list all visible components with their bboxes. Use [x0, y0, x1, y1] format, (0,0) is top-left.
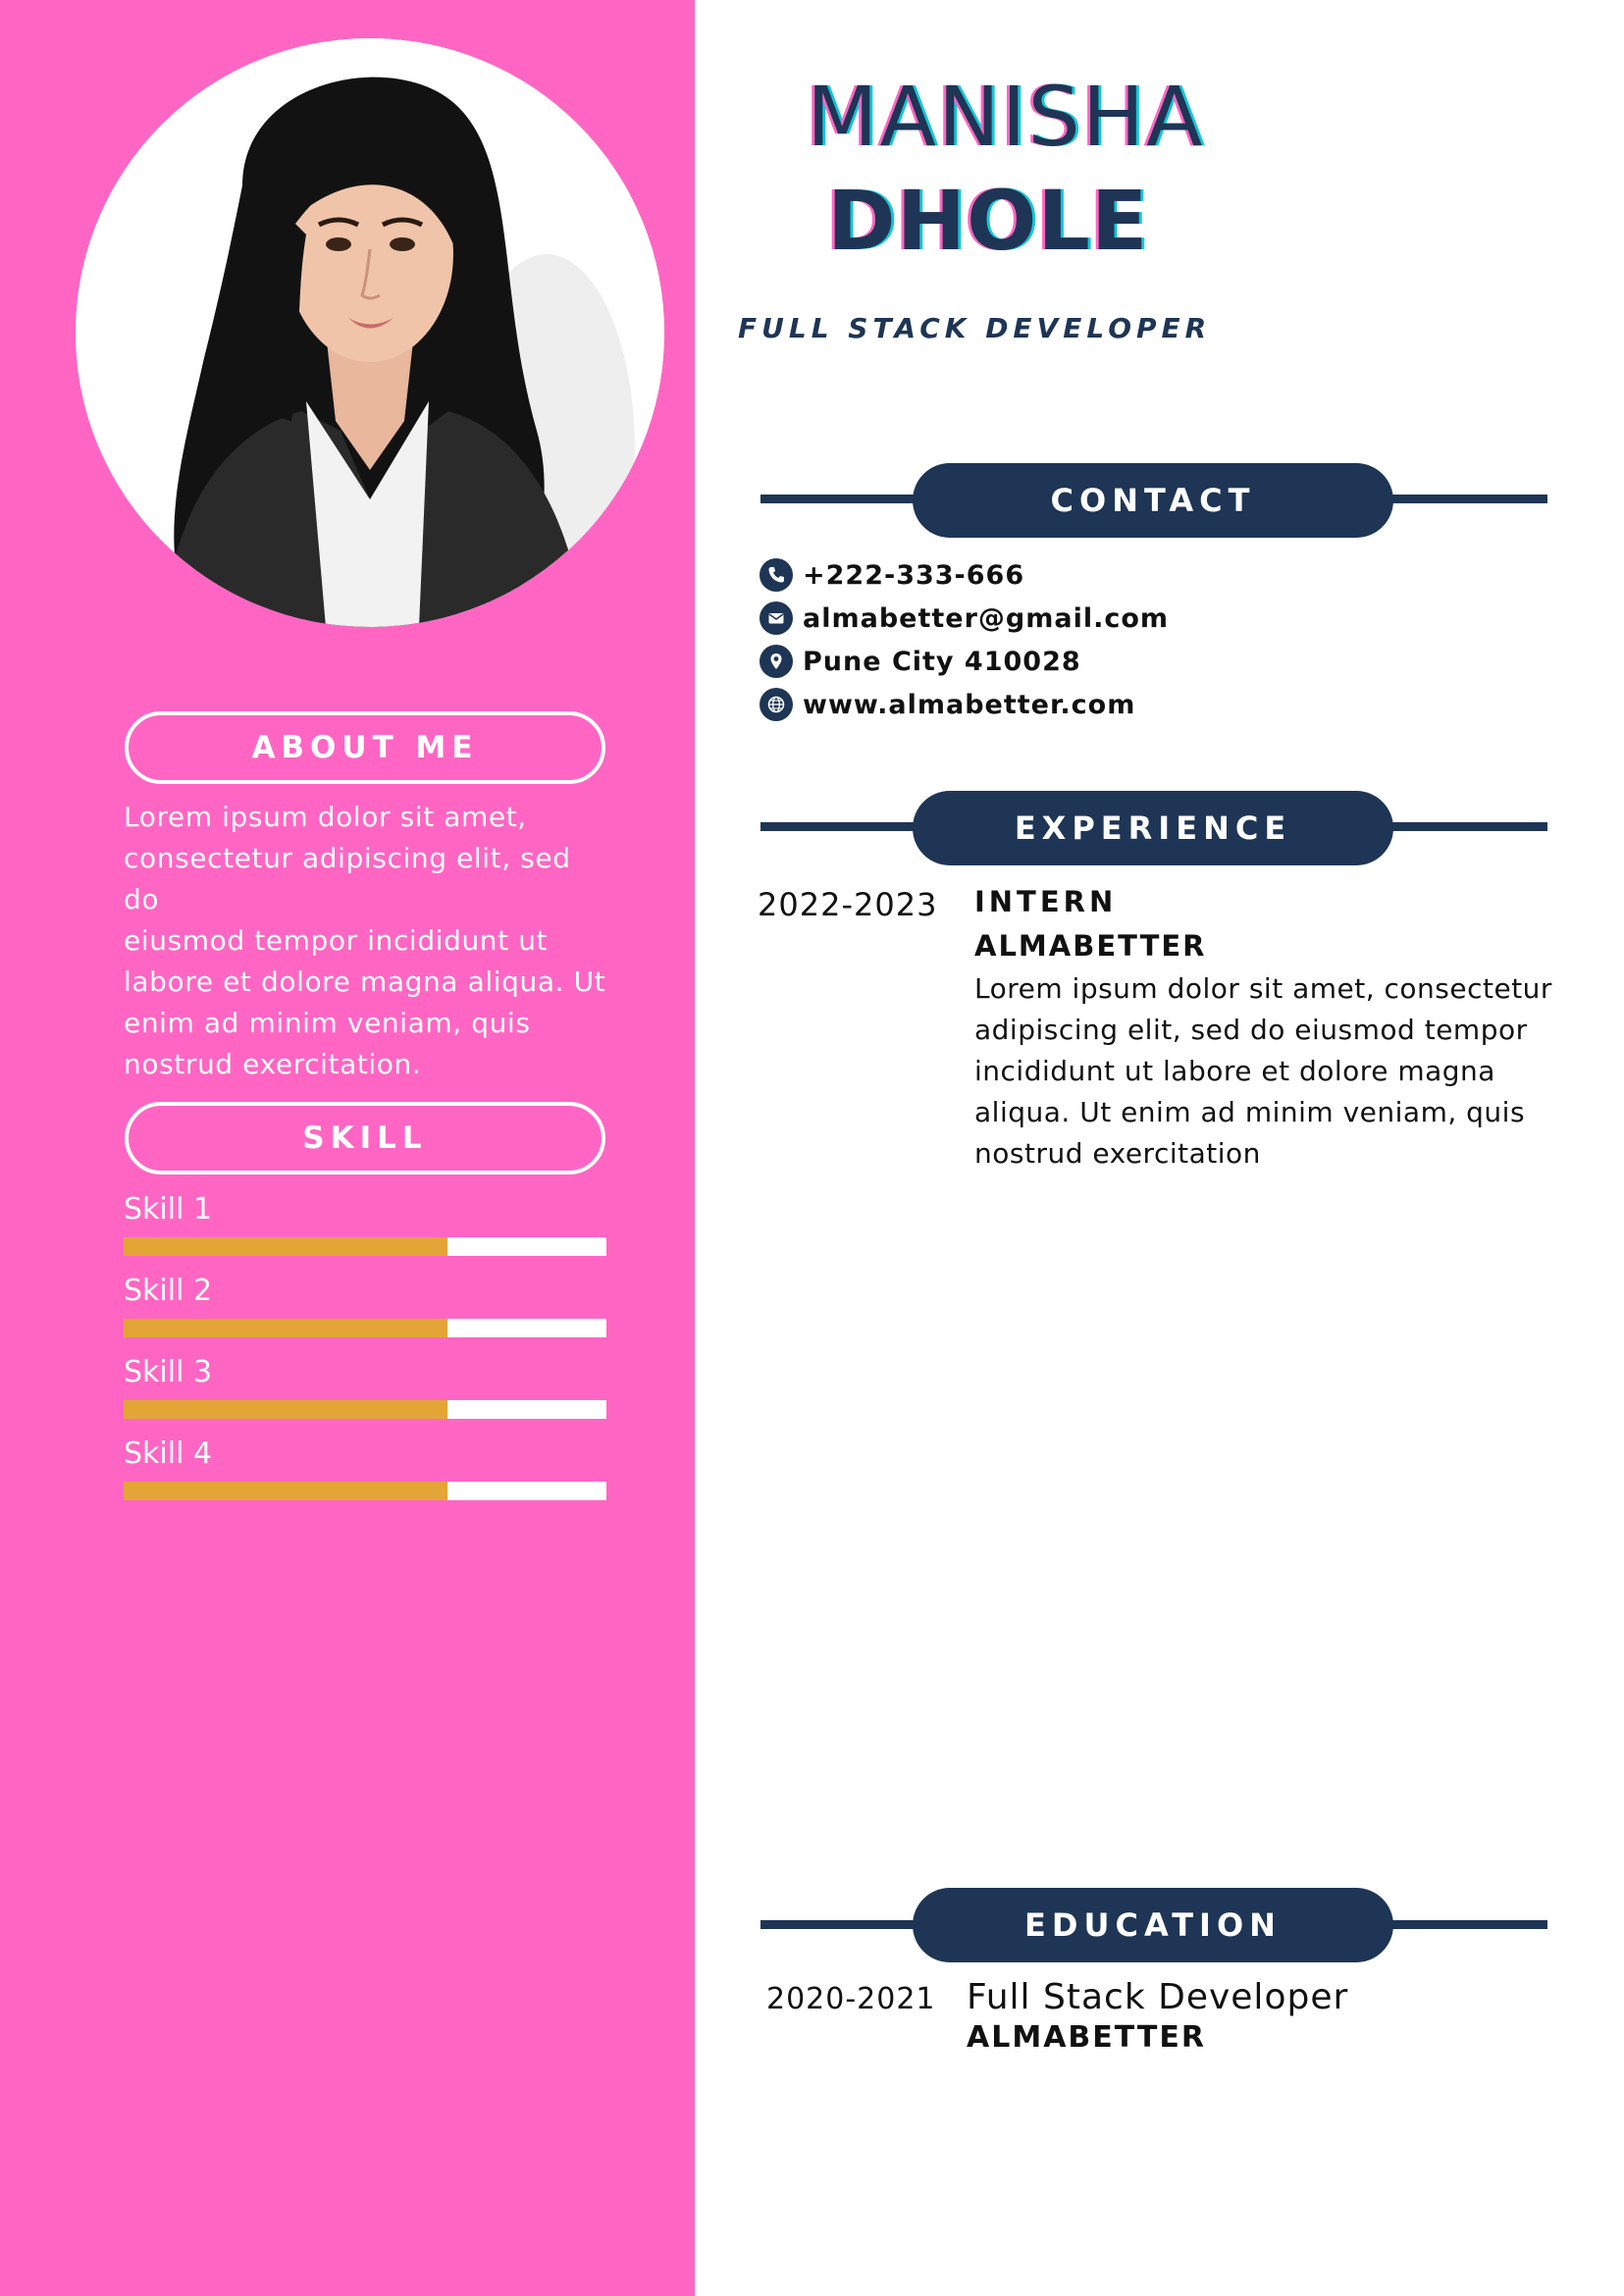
education-degree: Full Stack Developer: [967, 1977, 1349, 2017]
profile-photo: [76, 38, 664, 627]
about-line: eiusmod tempor incididunt ut: [124, 924, 549, 957]
last-name: DHOLE: [827, 173, 1149, 269]
skill-bar-track: [124, 1237, 606, 1256]
skill-bar-fill: [124, 1482, 447, 1500]
skill-bar-fill: [124, 1237, 447, 1256]
about-me-heading: ABOUT ME: [125, 711, 605, 784]
skill-bar-fill: [124, 1319, 447, 1337]
contact-heading: CONTACT: [913, 463, 1393, 538]
experience-line: Lorem ipsum dolor sit amet, consectetur: [974, 972, 1552, 1005]
skill-bar-track: [124, 1400, 606, 1419]
phone-icon: [760, 558, 793, 592]
experience-role: INTERN: [974, 885, 1118, 918]
about-me-text: Lorem ipsum dolor sit amet, consectetur …: [124, 797, 614, 1085]
experience-company: ALMABETTER: [974, 929, 1207, 963]
skill-label: Skill 2: [124, 1274, 213, 1308]
globe-icon: [760, 688, 793, 721]
skill-label: Skill 3: [124, 1355, 213, 1389]
contact-website: www.almabetter.com: [760, 685, 1135, 724]
skill-item: Skill 2: [124, 1273, 606, 1337]
job-title: FULL STACK DEVELOPER: [738, 312, 1212, 344]
experience-line: adipiscing elit, sed do eiusmod tempor: [974, 1014, 1528, 1046]
contact-email: almabetter@gmail.com: [760, 599, 1169, 638]
education-heading: EDUCATION: [913, 1888, 1393, 1962]
about-line: nostrud exercitation.: [124, 1048, 422, 1080]
experience-line: nostrud exercitation: [974, 1137, 1261, 1170]
experience-heading: EXPERIENCE: [913, 791, 1393, 865]
about-line: consectetur adipiscing elit, sed do: [124, 842, 571, 915]
education-school: ALMABETTER: [967, 2020, 1206, 2055]
skill-bar-track: [124, 1319, 606, 1337]
skill-item: Skill 3: [124, 1354, 606, 1419]
experience-years: 2022-2023: [758, 886, 938, 923]
email-icon: [760, 601, 793, 635]
contact-address: Pune City 410028: [760, 642, 1081, 681]
skill-item: Skill 4: [124, 1435, 606, 1500]
skill-label: Skill 4: [124, 1436, 213, 1471]
address-text: Pune City 410028: [803, 646, 1081, 677]
sidebar: ABOUT ME Lorem ipsum dolor sit amet, con…: [0, 0, 695, 2296]
contact-phone: +222-333-666: [760, 555, 1024, 595]
location-icon: [760, 645, 793, 678]
skill-heading: SKILL: [125, 1102, 605, 1174]
about-line: enim ad minim veniam, quis: [124, 1007, 531, 1039]
experience-line: aliqua. Ut enim ad minim veniam, quis: [974, 1096, 1526, 1128]
email-text: almabetter@gmail.com: [803, 602, 1170, 634]
skill-label: Skill 1: [124, 1192, 213, 1226]
experience-description: Lorem ipsum dolor sit amet, consectetur …: [974, 968, 1563, 1174]
skill-bar-track: [124, 1482, 606, 1500]
phone-text: +222-333-666: [803, 559, 1025, 591]
about-line: labore et dolore magna aliqua. Ut: [124, 965, 606, 998]
education-years: 2020-2021: [766, 1982, 936, 2016]
about-line: Lorem ipsum dolor sit amet,: [124, 801, 527, 833]
first-name: MANISHA: [807, 69, 1205, 165]
skill-item: Skill 1: [124, 1191, 606, 1256]
skill-bar-fill: [124, 1400, 447, 1419]
experience-line: incididunt ut labore et dolore magna: [974, 1055, 1495, 1087]
website-text: www.almabetter.com: [803, 689, 1136, 720]
